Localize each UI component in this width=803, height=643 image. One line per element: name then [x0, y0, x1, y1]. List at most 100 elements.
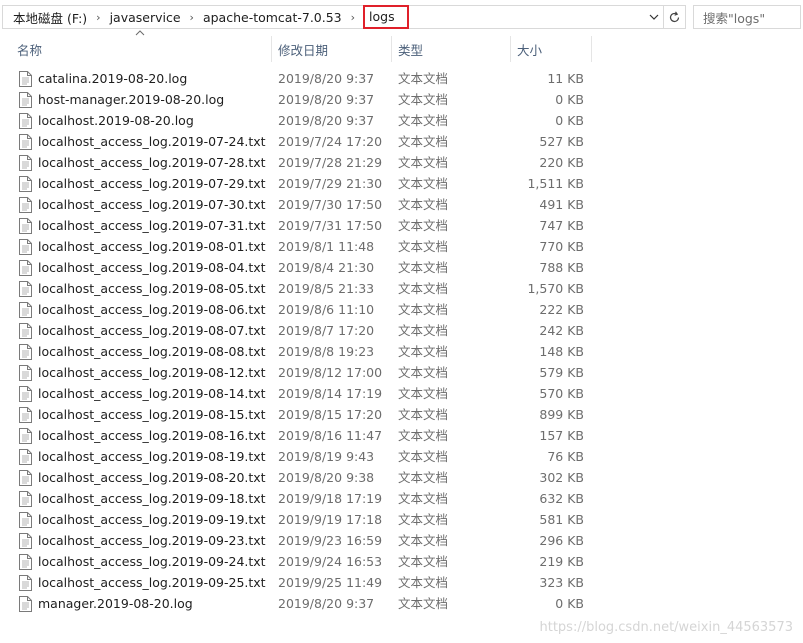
file-name[interactable]: localhost_access_log.2019-08-06.txt [38, 299, 266, 320]
file-size: 76 KB [547, 449, 584, 464]
file-row[interactable]: localhost_access_log.2019-08-15.txt 2019/… [0, 404, 600, 425]
file-name[interactable]: localhost_access_log.2019-08-07.txt [38, 320, 266, 341]
file-row[interactable]: localhost_access_log.2019-07-30.txt 2019/… [0, 194, 600, 215]
file-name[interactable]: manager.2019-08-20.log [38, 593, 193, 614]
file-row[interactable]: localhost_access_log.2019-07-31.txt 2019/… [0, 215, 600, 236]
text-document-icon [19, 428, 32, 444]
file-size: 219 KB [539, 554, 584, 569]
file-row[interactable]: localhost_access_log.2019-09-23.txt 2019/… [0, 530, 600, 551]
file-row[interactable]: localhost_access_log.2019-08-19.txt 2019/… [0, 446, 600, 467]
column-header-date[interactable]: 修改日期 [272, 36, 392, 62]
file-name[interactable]: localhost_access_log.2019-09-19.txt [38, 509, 266, 530]
file-name[interactable]: localhost_access_log.2019-08-08.txt [38, 341, 266, 362]
file-row[interactable]: localhost_access_log.2019-08-20.txt 2019/… [0, 467, 600, 488]
refresh-button[interactable] [664, 5, 686, 29]
file-name[interactable]: localhost_access_log.2019-08-12.txt [38, 362, 266, 383]
file-name[interactable]: localhost_access_log.2019-07-30.txt [38, 194, 266, 215]
file-modified-date: 2019/8/7 17:20 [278, 323, 375, 338]
file-modified-date: 2019/8/20 9:37 [278, 596, 375, 611]
text-document-icon [19, 533, 32, 549]
breadcrumb-separator-icon[interactable]: › [344, 11, 362, 24]
file-type: 文本文档 [398, 386, 449, 401]
file-row[interactable]: catalina.2019-08-20.log 2019/8/20 9:37 文本文… [0, 68, 600, 89]
file-size: 770 KB [539, 239, 584, 254]
watermark: https://blog.csdn.net/weixin_44563573 [539, 620, 793, 635]
file-modified-date: 2019/7/29 21:30 [278, 176, 383, 191]
text-document-icon [19, 596, 32, 612]
file-type: 文本文档 [398, 407, 449, 422]
file-name[interactable]: localhost_access_log.2019-08-20.txt [38, 467, 266, 488]
file-row[interactable]: localhost_access_log.2019-08-16.txt 2019/… [0, 425, 600, 446]
file-name[interactable]: localhost_access_log.2019-09-25.txt [38, 572, 266, 593]
file-name[interactable]: localhost_access_log.2019-08-19.txt [38, 446, 266, 467]
file-type: 文本文档 [398, 92, 449, 107]
file-row[interactable]: localhost_access_log.2019-08-08.txt 2019/… [0, 341, 600, 362]
file-row[interactable]: localhost.2019-08-20.log 2019/8/20 9:37 文本… [0, 110, 600, 131]
chevron-down-icon[interactable] [647, 9, 661, 25]
search-placeholder: 搜索"logs" [703, 10, 766, 26]
file-row[interactable]: localhost_access_log.2019-09-18.txt 2019/… [0, 488, 600, 509]
address-bar[interactable]: 本地磁盘 (F:) › javaservice › apache-tomcat-… [2, 5, 664, 29]
file-name[interactable]: localhost_access_log.2019-08-14.txt [38, 383, 266, 404]
column-header-type[interactable]: 类型 [392, 36, 511, 62]
breadcrumb-separator-icon[interactable]: › [89, 11, 107, 24]
column-header-name[interactable]: 名称 [11, 36, 272, 62]
breadcrumb-logs-current[interactable]: logs [363, 5, 409, 29]
breadcrumb-tomcat[interactable]: apache-tomcat-7.0.53 [201, 10, 344, 25]
refresh-icon [669, 10, 680, 22]
file-name[interactable]: localhost_access_log.2019-07-31.txt [38, 215, 266, 236]
file-row[interactable]: localhost_access_log.2019-08-01.txt 2019/… [0, 236, 600, 257]
file-name[interactable]: host-manager.2019-08-20.log [38, 89, 224, 110]
file-name[interactable]: localhost_access_log.2019-07-28.txt [38, 152, 266, 173]
file-row[interactable]: host-manager.2019-08-20.log 2019/8/20 9:3… [0, 89, 600, 110]
file-row[interactable]: localhost_access_log.2019-08-06.txt 2019/… [0, 299, 600, 320]
file-row[interactable]: localhost_access_log.2019-07-24.txt 2019/… [0, 131, 600, 152]
file-name[interactable]: localhost_access_log.2019-09-18.txt [38, 488, 266, 509]
file-row[interactable]: localhost_access_log.2019-09-25.txt 2019/… [0, 572, 600, 593]
address-bar-area: 本地磁盘 (F:) › javaservice › apache-tomcat-… [0, 0, 803, 36]
file-name[interactable]: localhost_access_log.2019-07-29.txt [38, 173, 266, 194]
file-modified-date: 2019/8/12 17:00 [278, 365, 383, 380]
file-row[interactable]: localhost_access_log.2019-08-05.txt 2019/… [0, 278, 600, 299]
file-name[interactable]: localhost_access_log.2019-09-24.txt [38, 551, 266, 572]
file-name[interactable]: localhost_access_log.2019-09-23.txt [38, 530, 266, 551]
file-modified-date: 2019/7/31 17:50 [278, 218, 383, 233]
text-document-icon [19, 260, 32, 276]
file-row[interactable]: localhost_access_log.2019-07-28.txt 2019/… [0, 152, 600, 173]
file-name[interactable]: localhost.2019-08-20.log [38, 110, 194, 131]
file-size: 222 KB [539, 302, 584, 317]
breadcrumb-drive[interactable]: 本地磁盘 (F:) [11, 8, 89, 27]
file-name[interactable]: localhost_access_log.2019-08-05.txt [38, 278, 266, 299]
file-type: 文本文档 [398, 533, 449, 548]
file-name[interactable]: localhost_access_log.2019-07-24.txt [38, 131, 266, 152]
file-modified-date: 2019/8/5 21:33 [278, 281, 375, 296]
file-modified-date: 2019/7/28 21:29 [278, 155, 383, 170]
file-row[interactable]: localhost_access_log.2019-08-14.txt 2019/… [0, 383, 600, 404]
file-name[interactable]: localhost_access_log.2019-08-15.txt [38, 404, 266, 425]
file-row[interactable]: localhost_access_log.2019-07-29.txt 2019/… [0, 173, 600, 194]
file-modified-date: 2019/8/20 9:37 [278, 113, 375, 128]
file-row[interactable]: manager.2019-08-20.log 2019/8/20 9:37 文本文档… [0, 593, 600, 614]
file-type: 文本文档 [398, 575, 449, 590]
file-name[interactable]: localhost_access_log.2019-08-01.txt [38, 236, 266, 257]
file-size: 220 KB [539, 155, 584, 170]
file-modified-date: 2019/7/24 17:20 [278, 134, 383, 149]
file-type: 文本文档 [398, 176, 449, 191]
file-name[interactable]: localhost_access_log.2019-08-16.txt [38, 425, 266, 446]
file-row[interactable]: localhost_access_log.2019-08-12.txt 2019/… [0, 362, 600, 383]
text-document-icon [19, 470, 32, 486]
file-row[interactable]: localhost_access_log.2019-08-07.txt 2019/… [0, 320, 600, 341]
file-name[interactable]: localhost_access_log.2019-08-04.txt [38, 257, 266, 278]
breadcrumb-javaservice[interactable]: javaservice [108, 10, 183, 25]
text-document-icon [19, 281, 32, 297]
file-row[interactable]: localhost_access_log.2019-08-04.txt 2019/… [0, 257, 600, 278]
file-row[interactable]: localhost_access_log.2019-09-19.txt 2019/… [0, 509, 600, 530]
file-type: 文本文档 [398, 428, 449, 443]
file-row[interactable]: localhost_access_log.2019-09-24.txt 2019/… [0, 551, 600, 572]
file-size: 148 KB [539, 344, 584, 359]
file-name[interactable]: catalina.2019-08-20.log [38, 68, 187, 89]
breadcrumb-separator-icon[interactable]: › [183, 11, 201, 24]
search-input[interactable]: 搜索"logs" [693, 5, 801, 29]
file-type: 文本文档 [398, 113, 449, 128]
column-header-size[interactable]: 大小 [511, 36, 592, 62]
